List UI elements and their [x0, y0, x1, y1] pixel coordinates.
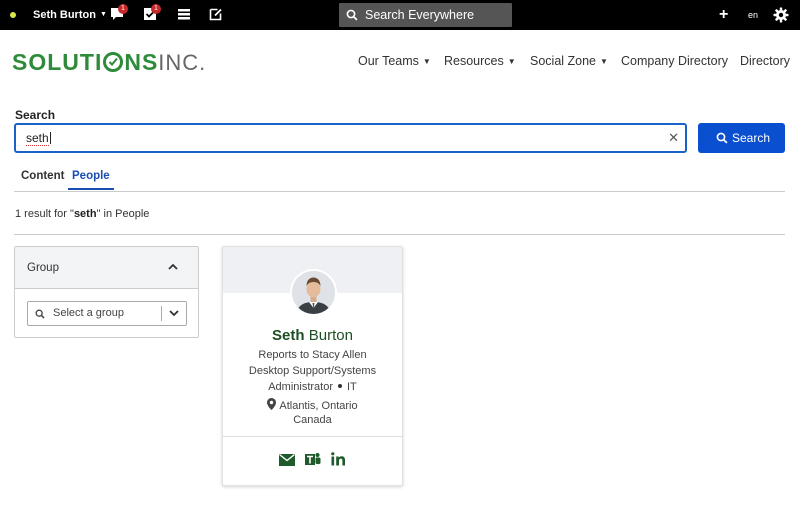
clear-search-icon[interactable]: ✕: [668, 125, 679, 151]
avatar[interactable]: [290, 269, 337, 316]
top-bar: Seth Burton ▼ 1 1 Search Everywhere + en: [0, 0, 800, 30]
chevron-down-icon: ▼: [600, 57, 608, 66]
nav-company-directory[interactable]: Company Directory: [621, 54, 728, 68]
settings-button[interactable]: [773, 7, 789, 28]
logo-text-inc: INC.: [158, 50, 207, 75]
search-input[interactable]: seth ✕: [14, 123, 687, 153]
search-input-value: seth: [26, 131, 49, 146]
chevron-up-icon: [168, 263, 178, 270]
chevron-down-icon: ▼: [507, 57, 516, 66]
feed-button[interactable]: [177, 7, 193, 23]
person-name[interactable]: Seth Burton: [223, 327, 402, 344]
language-selector[interactable]: en: [748, 0, 758, 30]
feed-icon: [178, 9, 190, 20]
messages-button[interactable]: 1: [110, 4, 128, 23]
person-last-name: Burton: [308, 327, 353, 344]
company-logo[interactable]: SOLUTI NSINC.: [12, 49, 206, 75]
logo-check-icon: [103, 52, 124, 72]
messages-badge: 1: [118, 4, 128, 14]
status-indicator: [10, 12, 16, 18]
group-select-placeholder: Select a group: [53, 307, 124, 319]
user-name: Seth Burton: [33, 9, 96, 21]
person-reports-to: Reports to Stacy Allen: [258, 349, 367, 361]
person-card[interactable]: Seth Burton Reports to Stacy Allen Deskt…: [222, 246, 403, 486]
nav-social-zone-label: Social Zone: [530, 54, 597, 68]
edit-icon: [209, 8, 222, 21]
tab-people[interactable]: People: [68, 170, 114, 190]
tasks-badge: 1: [151, 4, 161, 14]
linkedin-button[interactable]: [331, 452, 346, 471]
person-first-name: Seth: [272, 327, 305, 344]
email-button[interactable]: [279, 453, 295, 471]
tab-content[interactable]: Content: [21, 170, 64, 190]
result-term: seth: [73, 208, 97, 220]
search-icon: [716, 132, 728, 144]
user-menu[interactable]: Seth Burton ▼: [33, 0, 107, 30]
nav-our-teams[interactable]: Our Teams ▼: [358, 54, 431, 68]
search-button[interactable]: Search: [698, 123, 785, 153]
nav-social-zone[interactable]: Social Zone ▼: [530, 54, 608, 68]
nav-our-teams-label: Our Teams: [358, 54, 419, 68]
logo-text-part1: SOLUTI: [12, 49, 103, 75]
global-search-input[interactable]: Search Everywhere: [339, 3, 512, 27]
nav-resources-label: Resources: [444, 54, 504, 68]
chevron-down-icon: ▼: [422, 57, 431, 66]
card-divider: [223, 436, 402, 437]
chevron-down-icon: ▼: [99, 11, 107, 19]
group-filter-panel: Group Select a group: [14, 246, 199, 338]
person-photo-icon: [292, 271, 335, 314]
search-label: Search: [15, 108, 56, 122]
nav-resources[interactable]: Resources ▼: [444, 54, 516, 68]
search-icon: [346, 9, 358, 21]
results-divider: [14, 234, 785, 235]
email-icon: [279, 453, 295, 466]
search-button-label: Search: [732, 131, 771, 145]
tasks-button[interactable]: 1: [143, 4, 161, 23]
group-filter-title: Group: [27, 262, 59, 274]
teams-icon: [305, 453, 321, 465]
linkedin-icon: [331, 452, 345, 466]
person-location-line1: Atlantis, Ontario: [223, 398, 402, 412]
nav-directory[interactable]: Directory: [740, 54, 790, 68]
logo-text-part2: NS: [124, 49, 159, 75]
global-search-placeholder: Search Everywhere: [365, 8, 475, 22]
search-icon: [35, 309, 45, 319]
person-department: IT: [347, 381, 357, 393]
tabs-divider: [14, 191, 785, 192]
person-title-line2: Administrator IT: [268, 381, 357, 393]
group-select[interactable]: Select a group: [27, 301, 187, 326]
gear-icon: [773, 7, 789, 23]
chevron-down-icon: [169, 310, 179, 317]
teams-button[interactable]: [305, 452, 321, 472]
group-filter-header[interactable]: Group: [15, 247, 198, 289]
person-title-line1: Desktop Support/Systems: [248, 365, 377, 377]
separator-dot: [338, 384, 342, 388]
add-button[interactable]: +: [719, 0, 728, 30]
select-separator: [161, 306, 162, 321]
compose-button[interactable]: [209, 7, 225, 23]
map-pin-icon: [267, 398, 277, 410]
person-location-line2: Canada: [293, 414, 332, 426]
result-count: 1 result for "seth" in People: [15, 208, 150, 220]
